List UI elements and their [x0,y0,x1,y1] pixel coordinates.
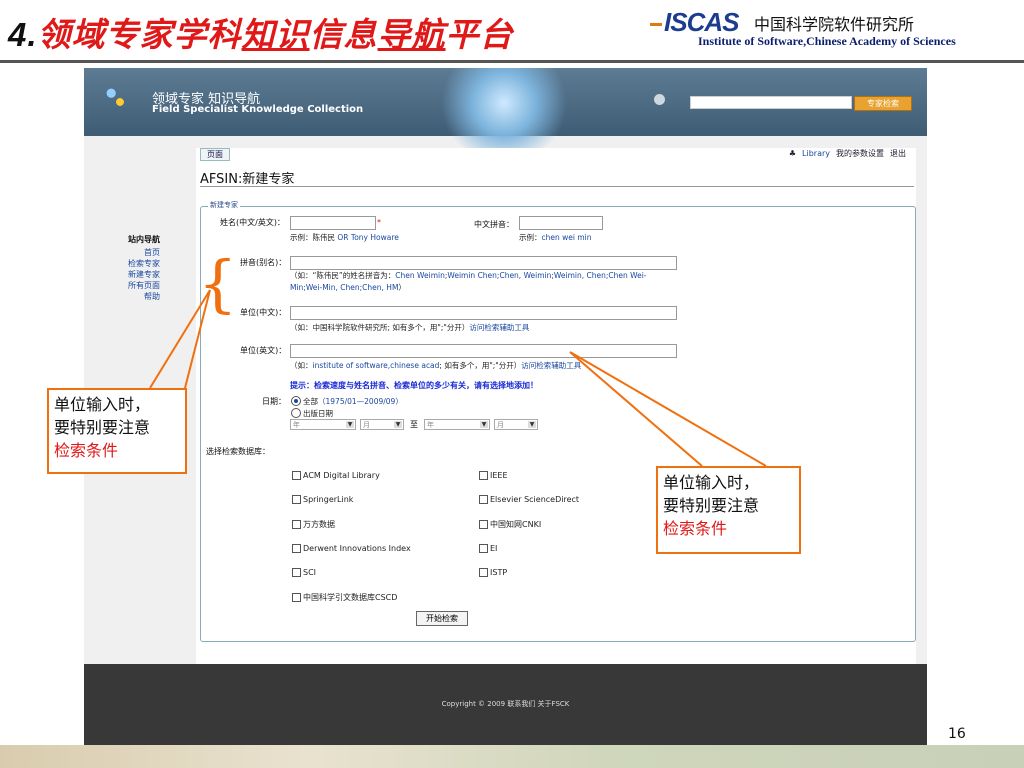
left-callout: 单位输入时， 要特别要注意 检索条件 [47,388,187,474]
bottom-decoration [0,745,1024,768]
right-callout-line2: 要特别要注意 [663,496,760,515]
left-callout-pointer [149,289,211,389]
slide-page-number: 16 [948,726,966,742]
left-callout-line3: 检索条件 [54,441,119,460]
right-callout-line3: 检索条件 [663,519,728,538]
right-callout: 单位输入时， 要特别要注意 检索条件 [656,466,801,554]
left-callout-line1: 单位输入时， [54,395,151,414]
right-callout-line1: 单位输入时， [663,473,760,492]
callout-arrows [149,289,767,467]
right-callout-pointer [569,351,767,467]
left-callout-line2: 要特别要注意 [54,418,151,437]
